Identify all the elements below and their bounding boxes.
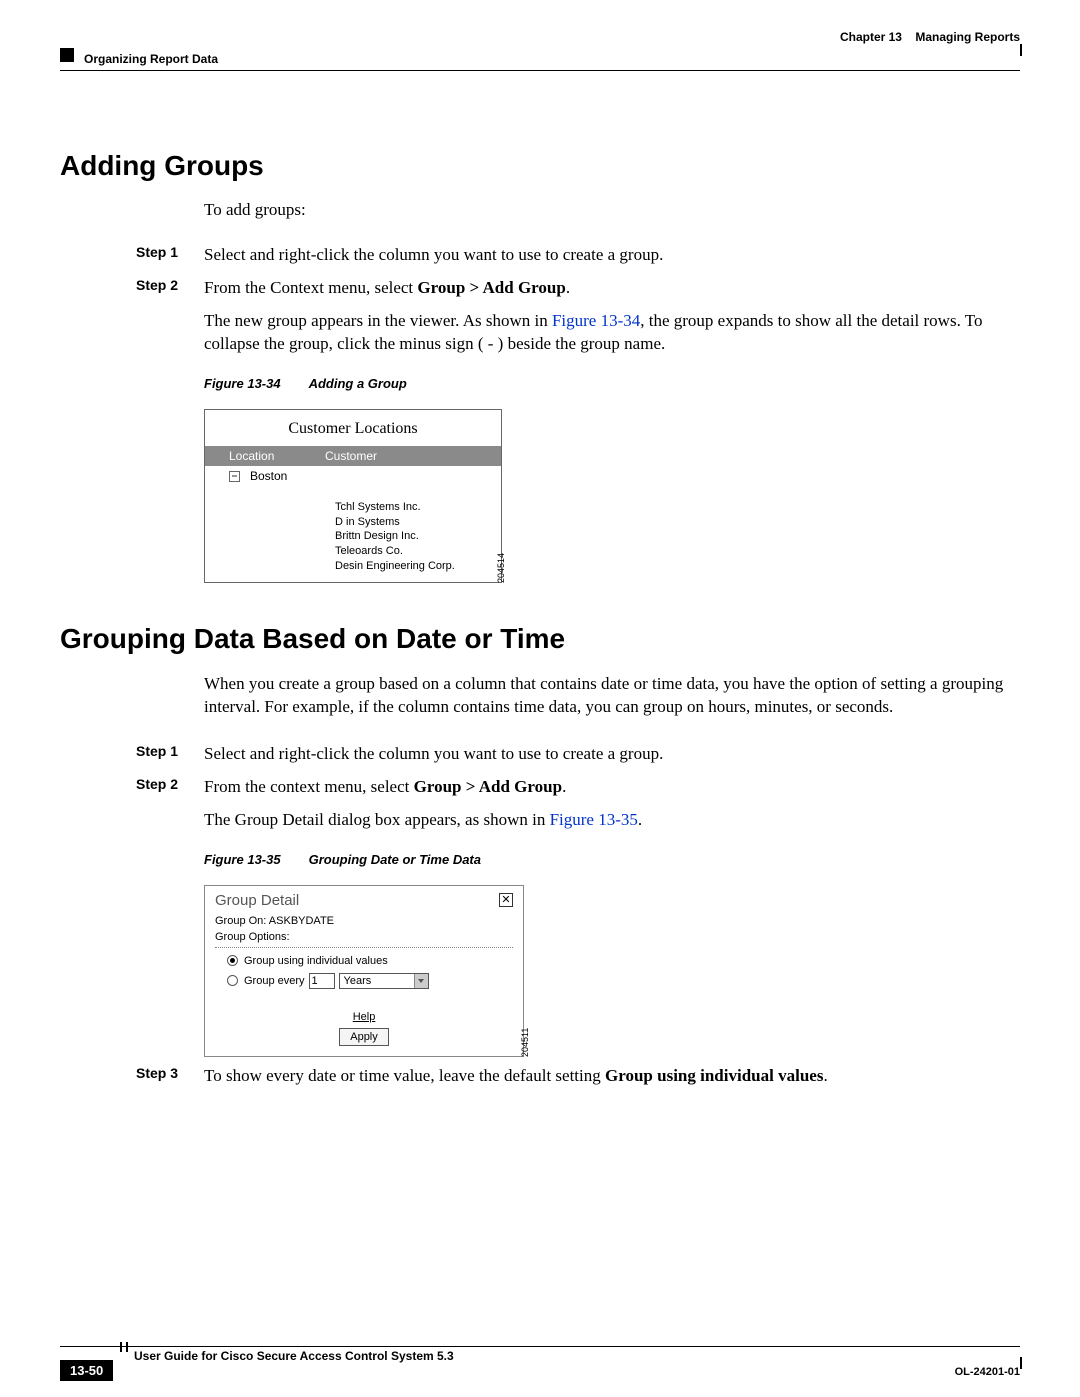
fig-13-34-link[interactable]: Figure 13-34 bbox=[552, 311, 640, 330]
group-on-label: Group On: ASKBYDATE bbox=[215, 915, 513, 927]
fig34-image-id: 204514 bbox=[496, 553, 506, 583]
chevron-down-icon[interactable] bbox=[414, 974, 428, 988]
figure-13-34: Customer Locations Location Customer Bos… bbox=[204, 409, 564, 583]
intro-grouping-date-time: When you create a group based on a colum… bbox=[204, 673, 1020, 719]
step-b1-body: Select and right-click the column you wa… bbox=[204, 743, 1020, 766]
step-2-continuation: The new group appears in the viewer. As … bbox=[204, 310, 1020, 356]
footer-page-number: 13-50 bbox=[60, 1360, 113, 1381]
fig34-title: Customer Locations bbox=[205, 410, 501, 446]
radio-group-every-label: Group every bbox=[244, 975, 305, 987]
chapter-number: Chapter 13 bbox=[840, 30, 902, 44]
step-1-body: Select and right-click the column you wa… bbox=[204, 244, 1020, 267]
figure-13-34-caption: Figure 13-34Adding a Group bbox=[204, 376, 1020, 391]
page-footer: User Guide for Cisco Secure Access Contr… bbox=[60, 1346, 1020, 1363]
heading-adding-groups: Adding Groups bbox=[60, 150, 1020, 182]
fig-13-35-link[interactable]: Figure 13-35 bbox=[550, 810, 638, 829]
chapter-title: Managing Reports bbox=[915, 30, 1020, 44]
help-link[interactable]: Help bbox=[215, 1011, 513, 1023]
fig34-customer-list: Tchl Systems Inc. D in Systems Brittn De… bbox=[205, 486, 501, 582]
step-3-body: To show every date or time value, leave … bbox=[204, 1065, 1020, 1088]
apply-button[interactable]: Apply bbox=[339, 1028, 389, 1046]
footer-doc-id: OL-24201-01 bbox=[955, 1366, 1020, 1378]
footer-guide-title: User Guide for Cisco Secure Access Contr… bbox=[134, 1349, 454, 1363]
group-options-label: Group Options: bbox=[215, 931, 513, 943]
step-b2-body: From the context menu, select Group > Ad… bbox=[204, 776, 1020, 799]
radio-individual-values[interactable] bbox=[227, 955, 238, 966]
step-b2-label: Step 2 bbox=[136, 776, 204, 799]
figure-13-35-caption: Figure 13-35Grouping Date or Time Data bbox=[204, 852, 1020, 867]
fig34-col-customer: Customer bbox=[325, 446, 501, 466]
figure-13-35: Group Detail ✕ Group On: ASKBYDATE Group… bbox=[204, 885, 604, 1057]
fig35-image-id: 204511 bbox=[520, 1027, 530, 1056]
close-icon[interactable]: ✕ bbox=[499, 893, 513, 907]
radio-group-every[interactable] bbox=[227, 975, 238, 986]
fig34-location-value: Boston bbox=[250, 469, 287, 483]
fig34-col-location: Location bbox=[205, 446, 325, 466]
page-header: Chapter 13 Managing Reports Organizing R… bbox=[60, 30, 1020, 80]
step-b1-label: Step 1 bbox=[136, 743, 204, 766]
step-3-label: Step 3 bbox=[136, 1065, 204, 1088]
step-1-label: Step 1 bbox=[136, 244, 204, 267]
intro-adding-groups: To add groups: bbox=[204, 200, 1020, 220]
step-2-label: Step 2 bbox=[136, 277, 204, 300]
step-2-body: From the Context menu, select Group > Ad… bbox=[204, 277, 1020, 300]
group-detail-title: Group Detail bbox=[215, 892, 299, 909]
radio-individual-values-label: Group using individual values bbox=[244, 955, 388, 967]
group-every-number-input[interactable]: 1 bbox=[309, 973, 335, 989]
step-b2-continuation: The Group Detail dialog box appears, as … bbox=[204, 809, 1020, 832]
collapse-icon[interactable] bbox=[229, 471, 240, 482]
heading-grouping-date-time: Grouping Data Based on Date or Time bbox=[60, 623, 1020, 655]
section-title: Organizing Report Data bbox=[84, 52, 218, 66]
group-every-unit-select[interactable]: Years bbox=[339, 973, 429, 989]
